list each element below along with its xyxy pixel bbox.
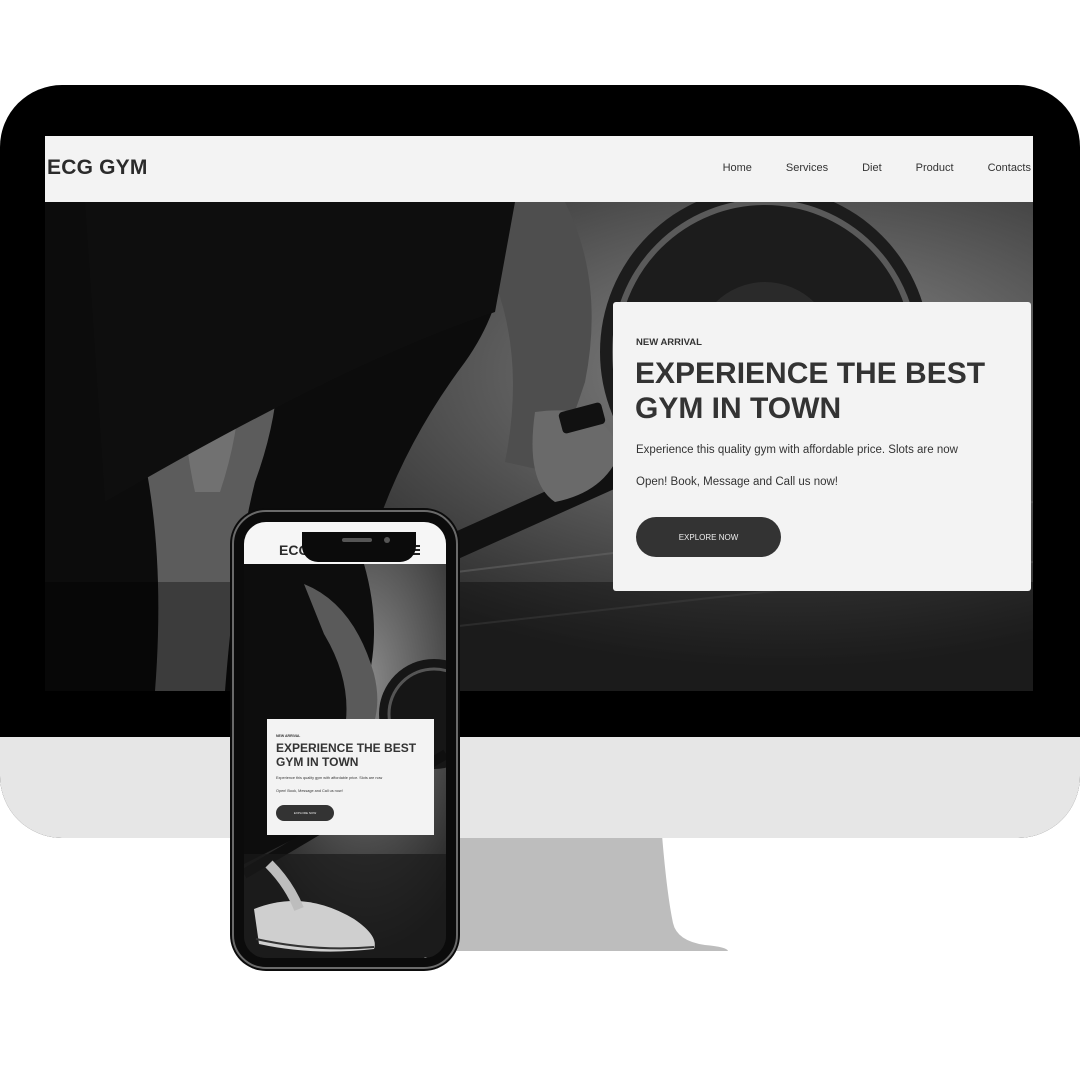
- nav-services[interactable]: Services: [786, 162, 828, 174]
- hero-description-line-1: Experience this quality gym with afforda…: [636, 444, 958, 456]
- imac-monitor: ECG GYM Home Services Diet Product Conta…: [0, 85, 1080, 838]
- nav-product[interactable]: Product: [916, 162, 954, 174]
- mobile-hero-card: NEW ARRIVAL EXPERIENCE THE BEST GYM IN T…: [267, 719, 434, 835]
- mobile-hero-description-line-1: Experience this quality gym with afforda…: [276, 776, 383, 780]
- speaker-icon: [342, 538, 372, 542]
- mobile-hero-description-line-2: Open! Book, Message and Call us now!: [276, 789, 343, 793]
- mobile-explore-now-button[interactable]: EXPLORE NOW: [276, 805, 334, 821]
- hero-kicker: NEW ARRIVAL: [636, 337, 702, 348]
- camera-icon: [384, 537, 390, 543]
- phone-mockup: ECG GYM N: [230, 508, 460, 971]
- mobile-hero-title: EXPERIENCE THE BEST GYM IN TOWN: [276, 741, 417, 769]
- nav-home[interactable]: Home: [723, 162, 752, 174]
- explore-now-button[interactable]: EXPLORE NOW: [636, 517, 781, 557]
- phone-notch: [302, 532, 416, 562]
- mobile-website: ECG GYM N: [244, 522, 446, 958]
- hero-title: EXPERIENCE THE BEST GYM IN TOWN: [635, 357, 986, 425]
- desktop-website: ECG GYM Home Services Diet Product Conta…: [45, 136, 1033, 691]
- main-nav: Home Services Diet Product Contacts: [723, 162, 1031, 174]
- site-header: ECG GYM Home Services Diet Product Conta…: [45, 136, 1033, 202]
- hero-card: NEW ARRIVAL EXPERIENCE THE BEST GYM IN T…: [613, 302, 1031, 591]
- site-logo[interactable]: ECG GYM: [47, 156, 148, 180]
- hero-description-line-2: Open! Book, Message and Call us now!: [636, 476, 839, 488]
- nav-diet[interactable]: Diet: [862, 162, 882, 174]
- imac-chin: [0, 737, 1080, 838]
- nav-contacts[interactable]: Contacts: [988, 162, 1031, 174]
- home-indicator: [424, 957, 427, 958]
- mobile-hero-kicker: NEW ARRIVAL: [276, 734, 301, 738]
- imac-stand: [455, 835, 728, 951]
